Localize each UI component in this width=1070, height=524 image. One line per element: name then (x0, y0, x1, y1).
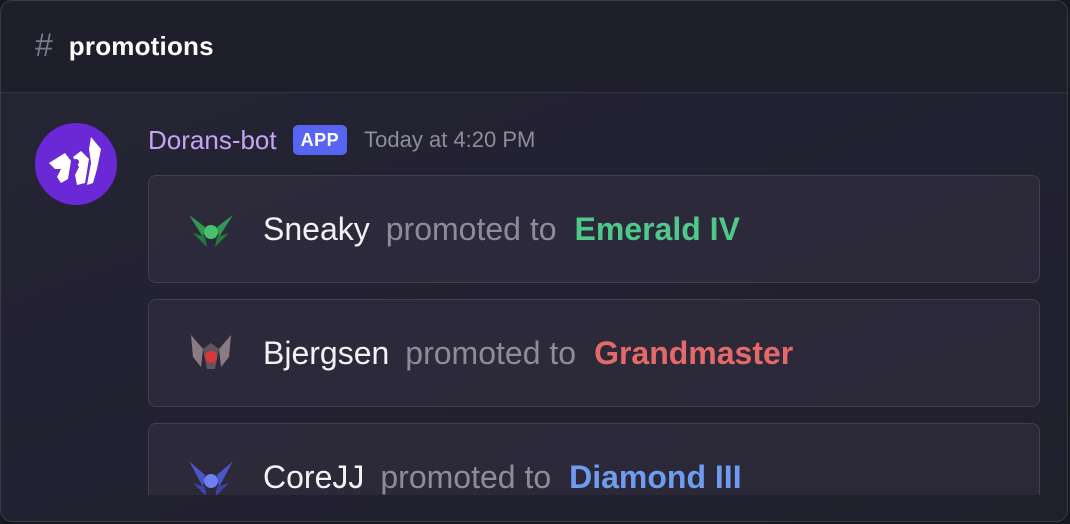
channel-name: promotions (68, 31, 214, 61)
rank-name: Diamond III (569, 458, 742, 495)
player-name: CoreJJ (263, 458, 365, 495)
bot-avatar[interactable] (35, 123, 117, 205)
promotion-card: Sneaky promoted to Emerald IV (148, 175, 1040, 283)
app-badge: APP (292, 125, 348, 155)
grandmaster-rank-icon (191, 335, 231, 369)
promotion-text: promoted to (385, 210, 557, 247)
diamond-rank-icon (189, 461, 233, 495)
author-name[interactable]: Dorans-bot (148, 125, 277, 156)
chat-window: # promotions Dorans-bot APP Today at 4:2… (0, 0, 1068, 522)
message-meta: Dorans-bot APP Today at 4:20 PM (148, 123, 535, 157)
rank-name: Grandmaster (594, 334, 794, 371)
bot-logo-icon (49, 137, 101, 185)
promotion-text: promoted to (405, 334, 577, 371)
player-name: Bjergsen (263, 334, 390, 371)
promotion-card: Bjergsen promoted to Grandmaster (148, 299, 1040, 407)
channel-header: # promotions (1, 1, 1067, 93)
hash-icon: # (35, 26, 53, 63)
timestamp[interactable]: Today at 4:20 PM (364, 127, 535, 153)
message: Dorans-bot APP Today at 4:20 PM Sneaky p… (1, 93, 1067, 521)
emerald-rank-icon (189, 215, 233, 247)
promotion-text: promoted to (380, 458, 552, 495)
embed-list: Sneaky promoted to Emerald IV Bjergsen p… (148, 175, 1040, 495)
rank-name: Emerald IV (574, 210, 740, 247)
player-name: Sneaky (263, 210, 370, 247)
promotion-card: CoreJJ promoted to Diamond III (148, 423, 1040, 495)
